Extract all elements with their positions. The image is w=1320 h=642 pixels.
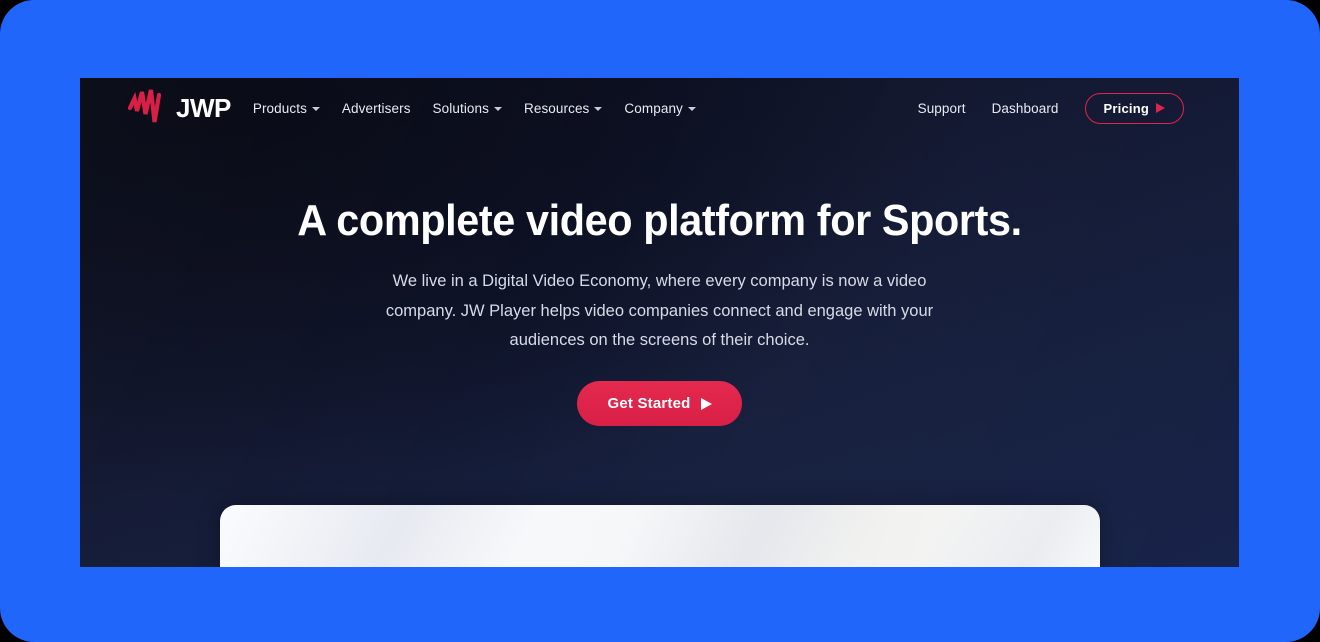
chevron-down-icon (311, 107, 320, 111)
pricing-button[interactable]: Pricing (1084, 92, 1184, 124)
nav-item-solutions[interactable]: Solutions (433, 101, 502, 116)
jwp-logo-text: JWP (176, 93, 231, 123)
nav-item-company-label: Company (624, 100, 683, 116)
page-title: A complete video platform for Sports. (297, 196, 1022, 245)
nav-links: Products Advertisers Solutions Resources (253, 101, 696, 116)
pricing-button-label: Pricing (1103, 100, 1149, 116)
nav-left-group: JWP Products Advertisers Solutions Resou… (127, 89, 696, 128)
chevron-down-icon (687, 107, 696, 111)
white-content-panel (220, 505, 1100, 567)
nav-item-solutions-label: Solutions (432, 100, 489, 116)
hero-section: A complete video platform for Sports. We… (80, 196, 1239, 427)
page-panel: JWP Products Advertisers Solutions Resou… (80, 78, 1239, 567)
nav-item-dashboard-label: Dashboard (991, 100, 1059, 116)
jwp-logo[interactable]: JWP (127, 89, 231, 128)
nav-item-products[interactable]: Products (253, 101, 320, 116)
nav-item-resources[interactable]: Resources (523, 100, 603, 116)
hero-subtitle: We live in a Digital Video Economy, wher… (385, 272, 934, 349)
play-triangle-icon (700, 397, 712, 410)
nav-item-advertisers[interactable]: Advertisers (342, 101, 411, 116)
nav-item-support[interactable]: Support (918, 101, 966, 116)
chevron-down-icon (594, 107, 603, 111)
get-started-label: Get Started (607, 395, 691, 413)
cta-wrapper: Get Started (80, 381, 1239, 427)
chevron-down-icon (493, 107, 502, 111)
play-triangle-icon (1156, 103, 1165, 113)
nav-item-dashboard[interactable]: Dashboard (992, 101, 1059, 116)
get-started-button[interactable]: Get Started (577, 381, 742, 427)
browser-viewport: JWP Products Advertisers Solutions Resou… (0, 0, 1320, 642)
nav-item-products-label: Products (252, 100, 307, 116)
top-navigation-bar: JWP Products Advertisers Solutions Resou… (80, 78, 1239, 138)
nav-item-company[interactable]: Company (624, 100, 696, 116)
nav-right-group: Support Dashboard Pricing (918, 92, 1184, 124)
nav-item-advertisers-label: Advertisers (341, 100, 411, 116)
nav-item-resources-label: Resources (523, 100, 590, 116)
jwp-wave-logo-icon (127, 89, 172, 128)
nav-item-support-label: Support (917, 100, 966, 116)
